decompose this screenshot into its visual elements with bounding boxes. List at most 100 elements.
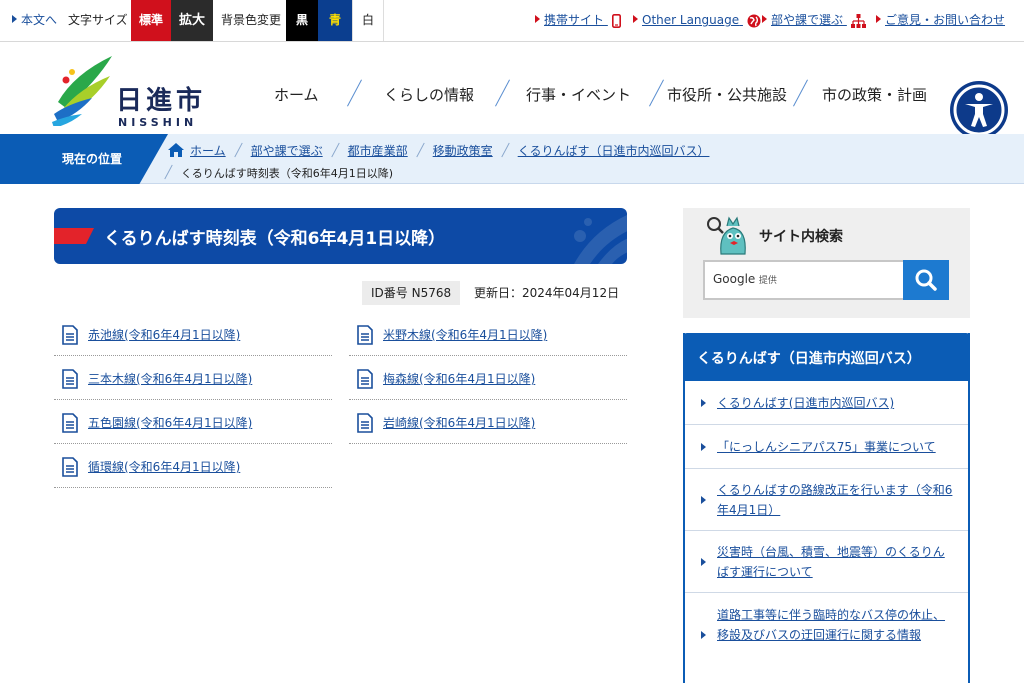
triangle-icon [535, 15, 540, 23]
breadcrumb-separator [500, 142, 510, 158]
breadcrumb-urban-industry[interactable]: 都市産業部 [348, 144, 408, 158]
side-menu-title: くるりんばす（日進市内巡回バス） [683, 333, 970, 381]
google-label: Google [713, 272, 756, 286]
document-icon [62, 369, 78, 389]
city-emblem-icon [52, 56, 112, 126]
doc-link-komenoki[interactable]: 米野木線(令和6年4月1日以降) [383, 326, 547, 343]
doc-link-goshikien[interactable]: 五色園線(令和6年4月1日以降) [88, 414, 252, 431]
id-number: ID番号 N5768 [362, 281, 461, 305]
updated-date: 更新日：2024年04月12日 [474, 286, 620, 300]
bg-white-button[interactable]: 白 [352, 0, 384, 41]
skip-to-content-link[interactable]: 本文へ [12, 0, 57, 41]
search-icon [915, 269, 937, 291]
page-title-banner: くるりんばす時刻表（令和6年4月1日以降） [54, 208, 627, 264]
gnav-divider [347, 79, 362, 107]
list-item: 梅森線(令和6年4月1日以降) [349, 356, 627, 400]
document-icon [357, 369, 373, 389]
breadcrumb-separator [330, 142, 340, 158]
doc-link-umemori[interactable]: 梅森線(令和6年4月1日以降) [383, 370, 535, 387]
doc-link-sanbongi[interactable]: 三本木線(令和6年4月1日以降) [88, 370, 252, 387]
list-item: 米野木線(令和6年4月1日以降) [349, 312, 627, 356]
doc-link-iwasaki[interactable]: 岩崎線(令和6年4月1日以降) [383, 414, 535, 431]
google-provided-label: Google 提供 [713, 272, 777, 286]
gnav-home[interactable]: ホーム [274, 84, 319, 105]
breadcrumb-home[interactable]: ホーム [190, 144, 226, 158]
breadcrumb-label: 現在の位置 [0, 134, 168, 184]
side-menu-item: くるりんばす(日進市内巡回バス) [685, 381, 968, 425]
side-menu-item: 災害時（台風、積雪、地震等）のくるりんばす運行について [685, 531, 968, 593]
page-title: くるりんばす時刻表（令和6年4月1日以降） [104, 229, 446, 249]
side-menu: くるりんばす（日進市内巡回バス） くるりんばす(日進市内巡回バス) 「にっしんシ… [683, 333, 970, 683]
by-department-link[interactable]: 部や課で選ぶ [762, 0, 866, 41]
side-link-road-works[interactable]: 道路工事等に伴う臨時的なバス停の休止、移設及びバスの迂回運行に関する情報 [717, 605, 955, 645]
side-link-senior-pass[interactable]: 「にっしんシニアパス75」事業について [717, 437, 955, 457]
list-item: 五色園線(令和6年4月1日以降) [54, 400, 332, 444]
font-standard-button[interactable]: 標準 [131, 0, 171, 41]
breadcrumb-separator [233, 142, 243, 158]
triangle-icon [12, 15, 17, 23]
search-title: サイト内検索 [759, 229, 843, 245]
gnav-living[interactable]: くらしの情報 [384, 84, 474, 105]
gnav-facilities[interactable]: 市役所・公共施設 [667, 84, 787, 105]
side-link-route-revision[interactable]: くるりんばすの路線改正を行います（令和6年4月1日） [717, 480, 955, 520]
other-language-link[interactable]: Other Language [633, 0, 761, 41]
document-icon [357, 325, 373, 345]
breadcrumb-links: ホーム 部や課で選ぶ 都市産業部 移動政策室 くるりんばす（日進市内巡回バス） [168, 142, 709, 159]
document-icon [62, 457, 78, 477]
list-item: 岩崎線(令和6年4月1日以降) [349, 400, 627, 444]
mobile-site-link[interactable]: 携帯サイト [535, 0, 621, 41]
side-menu-title-text: くるりんばす（日進市内巡回バス） [697, 351, 921, 367]
gnav-divider [793, 79, 808, 107]
accessibility-button[interactable] [950, 81, 1008, 139]
triangle-icon [701, 496, 706, 504]
gnav-policies[interactable]: 市の政策・計画 [822, 84, 927, 105]
breadcrumb-current-text: くるりんばす時刻表（令和6年4月1日以降) [181, 167, 394, 180]
search-button[interactable] [903, 260, 949, 300]
document-icon [357, 413, 373, 433]
logo-kanji: 日進市 [116, 86, 207, 116]
mascot-with-magnifier-icon [707, 216, 746, 255]
gnav-divider [649, 79, 664, 107]
list-item: 赤池線(令和6年4月1日以降) [54, 312, 332, 356]
search-input[interactable]: Google 提供 [703, 260, 903, 300]
breadcrumb-department[interactable]: 部や課で選ぶ [251, 144, 323, 158]
decorative-swoosh-icon [574, 215, 627, 264]
nisshin-logo[interactable]: 日進市 NISSHIN [52, 50, 212, 129]
breadcrumb-label-text: 現在の位置 [62, 152, 123, 166]
breadcrumb-separator [164, 164, 173, 180]
bg-black-button[interactable]: 黒 [286, 0, 318, 41]
document-icon [62, 325, 78, 345]
breadcrumb-mobility-office[interactable]: 移動政策室 [433, 144, 493, 158]
accessibility-person-icon [953, 84, 1005, 136]
triangle-icon [701, 399, 706, 407]
site-search-panel: サイト内検索 Google 提供 [683, 208, 970, 318]
font-large-button[interactable]: 拡大 [171, 0, 213, 41]
org-chart-icon [850, 13, 866, 28]
side-link-kururin-bus[interactable]: くるりんばす(日進市内巡回バス) [717, 393, 955, 413]
breadcrumb: 現在の位置 ホーム 部や課で選ぶ 都市産業部 移動政策室 くるりんばす（日進市内巡回バス… [0, 134, 1024, 184]
triangle-icon [633, 15, 638, 23]
triangle-icon [762, 15, 767, 23]
breadcrumb-separator [415, 142, 425, 158]
by-department-label: 部や課で選ぶ [771, 13, 844, 27]
breadcrumb-kururin-bus[interactable]: くるりんばす（日進市内巡回バス） [518, 144, 710, 158]
gnav-divider [495, 79, 510, 107]
font-size-label: 文字サイズ [68, 13, 128, 27]
contact-link[interactable]: ご意見・お問い合わせ [876, 0, 1005, 41]
list-item: 三本木線(令和6年4月1日以降) [54, 356, 332, 400]
site-header: 日進市 NISSHIN ホーム くらしの情報 行事・イベント 市役所・公共施設 … [0, 42, 1024, 139]
document-icon [62, 413, 78, 433]
mobile-phone-icon [611, 13, 621, 28]
bg-blue-button[interactable]: 青 [318, 0, 352, 41]
side-menu-item: くるりんばすの路線改正を行います（令和6年4月1日） [685, 469, 968, 531]
side-link-disaster-operation[interactable]: 災害時（台風、積雪、地震等）のくるりんばす運行について [717, 542, 955, 582]
title-accent [54, 228, 94, 244]
gnav-events[interactable]: 行事・イベント [526, 84, 631, 105]
side-menu-item: 道路工事等に伴う臨時的なバス停の休止、移設及びバスの迂回運行に関する情報 [685, 593, 968, 677]
triangle-icon [701, 443, 706, 451]
doc-link-akaike[interactable]: 赤池線(令和6年4月1日以降) [88, 326, 240, 343]
other-language-label: Other Language [642, 13, 740, 27]
doc-link-junkan[interactable]: 循環線(令和6年4月1日以降) [88, 458, 240, 475]
triangle-icon [701, 558, 706, 566]
home-icon [168, 143, 184, 157]
